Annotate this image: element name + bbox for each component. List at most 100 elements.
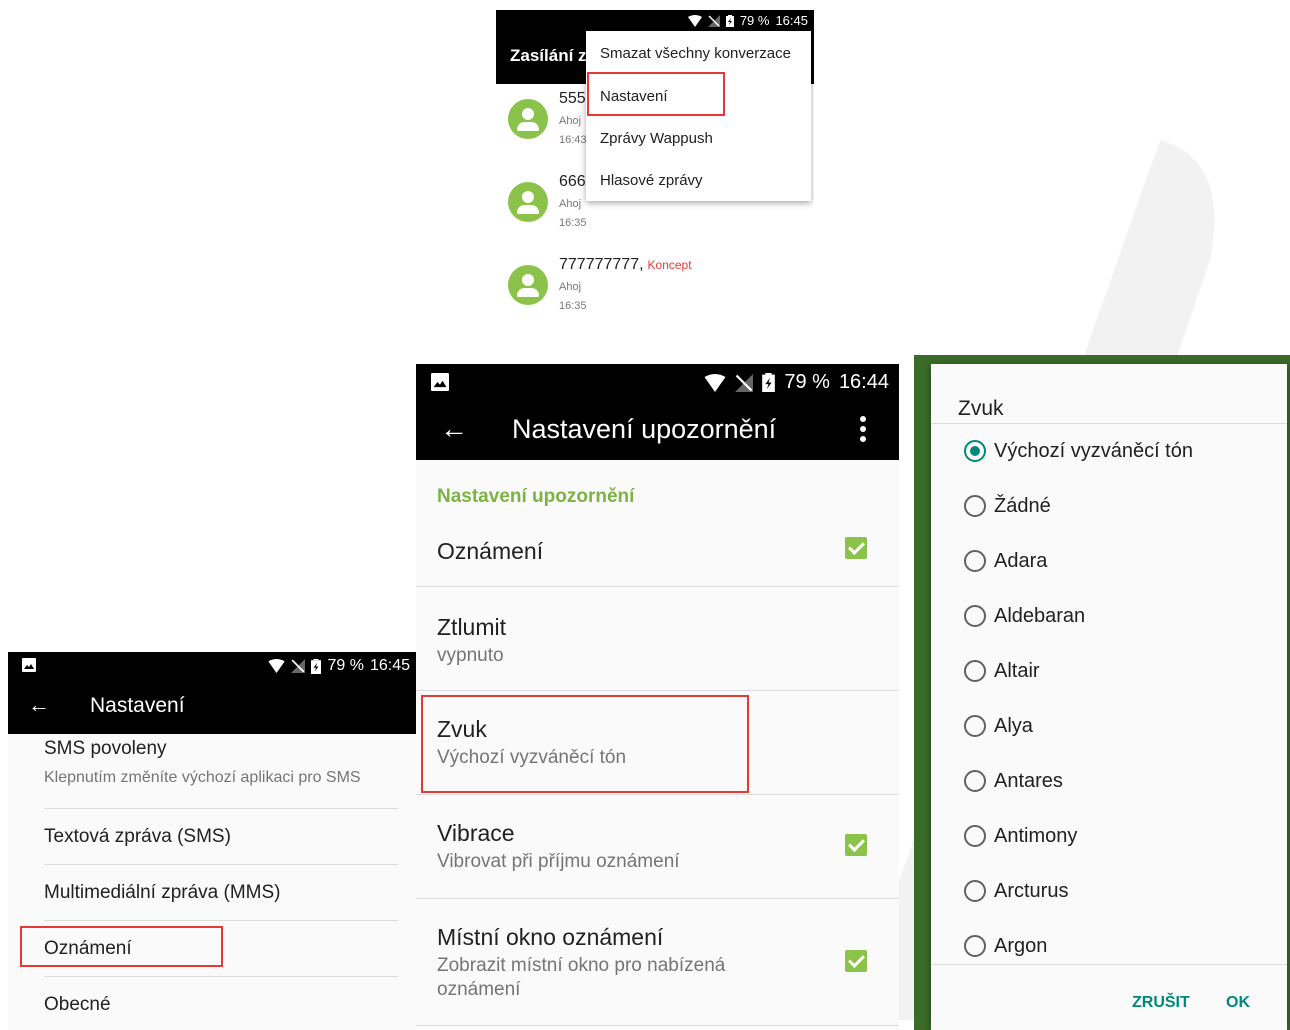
back-arrow-icon[interactable]: ← xyxy=(440,413,468,445)
divider xyxy=(416,690,899,691)
cancel-button[interactable]: ZRUŠIT xyxy=(1132,994,1190,1012)
settings-row-sms-enabled[interactable]: SMS povoleny Klepnutím změníte výchozí a… xyxy=(8,736,398,806)
divider xyxy=(931,964,1287,965)
row-subtitle: Klepnutím změníte výchozí aplikaci pro S… xyxy=(44,769,361,786)
ringtone-option[interactable]: Aldebaran xyxy=(964,601,1085,631)
ringtone-option[interactable]: Adara xyxy=(964,546,1047,576)
no-sim-icon xyxy=(735,373,754,392)
conversation-time: 16:43 xyxy=(559,134,587,146)
back-arrow-icon[interactable]: ← xyxy=(28,692,50,718)
popup-checkbox[interactable] xyxy=(845,950,867,972)
menu-item-wappush[interactable]: Zprávy Wappush xyxy=(600,130,713,147)
row-title: Místní okno oznámení xyxy=(437,924,664,950)
menu-item-delete-all[interactable]: Smazat všechny konverzace xyxy=(600,45,791,62)
divider xyxy=(931,423,1287,424)
section-header: Nastavení upozornění xyxy=(437,486,635,507)
ringtone-option[interactable]: Arcturus xyxy=(964,876,1068,906)
row-subtitle: vypnuto xyxy=(437,645,504,666)
row-title: Ztlumit xyxy=(437,614,506,640)
ringtone-option[interactable]: Výchozí vyzváněcí tón xyxy=(964,436,1193,466)
option-label: Adara xyxy=(994,549,1048,572)
conversation-time: 16:35 xyxy=(559,300,587,312)
battery-charging-icon xyxy=(311,658,322,674)
image-notification-icon xyxy=(22,658,36,672)
ringtone-option[interactable]: Antimony xyxy=(964,821,1077,851)
ringtone-option[interactable]: Antares xyxy=(964,766,1063,796)
radio-selected-icon[interactable] xyxy=(964,440,986,462)
divider xyxy=(416,586,899,587)
ringtone-option[interactable]: Alya xyxy=(964,711,1033,741)
settings-row-mms[interactable]: Multimediální zpráva (MMS) xyxy=(8,866,398,920)
highlight-box xyxy=(421,695,749,793)
contact-avatar-icon xyxy=(508,99,548,139)
radio-icon[interactable] xyxy=(964,660,986,682)
draft-label: Koncept xyxy=(647,258,692,272)
wifi-icon xyxy=(687,14,702,27)
row-title: Vibrace xyxy=(437,820,515,846)
radio-icon[interactable] xyxy=(964,880,986,902)
page-title: Nastavení upozornění xyxy=(512,414,777,444)
option-label: Výchozí vyzváněcí tón xyxy=(994,439,1193,462)
vibration-checkbox[interactable] xyxy=(845,834,867,856)
notif-row-mute[interactable]: Ztlumit vypnuto xyxy=(416,588,899,690)
battery-level: 79 % xyxy=(784,371,830,393)
app-title: Zasílání z xyxy=(510,46,587,65)
settings-row-general[interactable]: Obecné xyxy=(8,978,398,1030)
settings-screen: 79 % 16:45 ← Nastavení SMS povoleny Klep… xyxy=(8,652,416,1030)
no-sim-icon xyxy=(707,14,720,27)
more-options-icon[interactable] xyxy=(859,416,867,444)
divider xyxy=(44,864,398,865)
ok-button[interactable]: OK xyxy=(1226,994,1250,1012)
battery-charging-icon xyxy=(762,373,776,392)
conversation-preview: Ahoj xyxy=(559,281,582,293)
wifi-icon xyxy=(704,373,726,392)
conversation-item[interactable]: 777777777, Koncept Ahoj 16:35 xyxy=(496,254,814,326)
radio-icon[interactable] xyxy=(964,495,986,517)
notif-row-popup[interactable]: Místní okno oznámení Zobrazit místní okn… xyxy=(416,900,899,1026)
row-subtitle: Vibrovat při příjmu oznámení xyxy=(437,851,680,872)
option-label: Arcturus xyxy=(994,879,1069,902)
clock: 16:44 xyxy=(838,371,889,393)
no-sim-icon xyxy=(291,659,306,673)
status-bar: 79 % 16:44 xyxy=(416,364,899,400)
ringtone-option[interactable]: Altair xyxy=(964,656,1040,686)
notif-row-vibration[interactable]: Vibrace Vibrovat při příjmu oznámení xyxy=(416,796,899,898)
notifications-checkbox[interactable] xyxy=(845,537,867,559)
sound-dialog-screen: Zvuk Výchozí vyzváněcí tón Žádné Adara A… xyxy=(914,355,1290,1030)
battery-level: 79 % xyxy=(739,13,770,28)
radio-icon[interactable] xyxy=(964,605,986,627)
menu-item-voicemail[interactable]: Hlasové zprávy xyxy=(600,172,703,189)
option-label: Alya xyxy=(994,714,1033,737)
clock: 16:45 xyxy=(369,657,410,674)
dialog-title: Zvuk xyxy=(958,397,1004,420)
radio-icon[interactable] xyxy=(964,770,986,792)
option-label: Antares xyxy=(994,769,1063,792)
settings-row-sms[interactable]: Textová zpráva (SMS) xyxy=(8,810,398,864)
clock: 16:45 xyxy=(775,13,808,28)
highlight-box xyxy=(20,926,223,967)
battery-charging-icon xyxy=(725,14,734,27)
app-bar: ← Nastavení xyxy=(8,680,416,734)
conversation-number: 777777777, Koncept xyxy=(559,256,692,274)
row-title: Textová zpráva (SMS) xyxy=(44,826,231,847)
conversation-preview: Ahoj xyxy=(559,115,582,127)
option-label: Altair xyxy=(994,659,1040,682)
app-bar: ← Nastavení upozornění xyxy=(416,400,899,460)
ringtone-option[interactable]: Žádné xyxy=(964,491,1051,521)
divider xyxy=(416,898,899,899)
notif-row-notifications[interactable]: Oznámení xyxy=(416,524,899,586)
highlight-box xyxy=(587,72,725,116)
option-label: Argon xyxy=(994,934,1048,957)
radio-icon[interactable] xyxy=(964,825,986,847)
ringtone-option[interactable]: Argon xyxy=(964,931,1047,961)
conversation-preview: Ahoj xyxy=(559,198,582,210)
radio-icon[interactable] xyxy=(964,715,986,737)
radio-icon[interactable] xyxy=(964,550,986,572)
row-title: SMS povoleny xyxy=(44,738,167,759)
conversation-time: 16:35 xyxy=(559,217,587,229)
radio-icon[interactable] xyxy=(964,935,986,957)
contact-avatar-icon xyxy=(508,265,548,305)
battery-level: 79 % xyxy=(327,657,364,674)
contact-avatar-icon xyxy=(508,182,548,222)
messages-screen: 79 % 16:45 Zasílání z 555 Ahoj 16:43 666… xyxy=(496,10,814,326)
